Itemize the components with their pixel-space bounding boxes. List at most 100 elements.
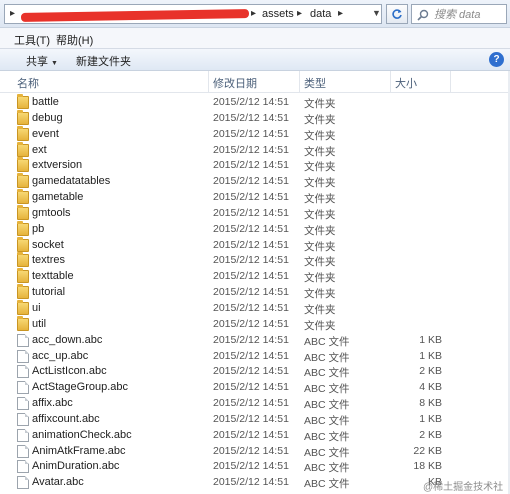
- file-name: animationCheck.abc: [32, 428, 132, 441]
- file-size: 2 KB: [419, 428, 442, 441]
- command-toolbar: 共享 ▼ 新建文件夹 ?: [0, 49, 510, 71]
- file-type: ABC 文件: [304, 462, 350, 475]
- breadcrumb-separator-icon[interactable]: ▸: [297, 8, 302, 19]
- file-row[interactable]: animationCheck.abc 2015/2/12 14:51 ABC 文件 2…: [0, 428, 510, 444]
- folder-icon: [17, 252, 29, 268]
- folder-row[interactable]: tutorial 2015/2/12 14:51 文件夹: [0, 284, 510, 301]
- file-size: 18 KB: [413, 460, 442, 473]
- folder-row[interactable]: util 2015/2/12 14:51 文件夹: [0, 315, 510, 333]
- file-size: 22 KB: [413, 444, 442, 457]
- file-name: acc_up.abc: [32, 349, 89, 362]
- file-icon: [17, 428, 29, 442]
- folder-row[interactable]: ui 2015/2/12 14:51 文件夹: [0, 299, 510, 317]
- file-modified-date: 2015/2/12 14:51: [213, 444, 289, 457]
- column-header-size[interactable]: 大小: [395, 75, 417, 91]
- column-divider[interactable]: [390, 71, 391, 92]
- file-size: 2 KB: [419, 365, 442, 378]
- menu-bar: 工具(T) 帮助(H): [0, 28, 510, 49]
- file-icon: [17, 349, 29, 363]
- file-type: ABC 文件: [304, 399, 350, 412]
- folder-row[interactable]: ext 2015/2/12 14:51 文件夹: [0, 141, 510, 159]
- column-header-type[interactable]: 类型: [304, 75, 326, 91]
- file-row[interactable]: acc_up.abc 2015/2/12 14:51 ABC 文件 1 KB: [0, 349, 510, 365]
- menu-tools[interactable]: 工具(T): [14, 32, 50, 48]
- folder-row[interactable]: gmtools 2015/2/12 14:51 文件夹: [0, 204, 510, 222]
- file-modified-date: 2015/2/12 14:51: [213, 381, 289, 394]
- file-type: ABC 文件: [304, 478, 350, 491]
- folder-icon: [17, 315, 29, 331]
- folder-row[interactable]: gamedatatables 2015/2/12 14:51 文件夹: [0, 173, 510, 190]
- share-button[interactable]: 共享 ▼: [26, 53, 58, 69]
- file-modified-date: 2015/2/12 14:51: [213, 159, 289, 172]
- folder-row[interactable]: debug 2015/2/12 14:51 文件夹: [0, 109, 510, 127]
- file-modified-date: 2015/2/12 14:51: [213, 270, 289, 283]
- file-type: ABC 文件: [304, 430, 350, 443]
- column-divider[interactable]: [450, 71, 451, 92]
- file-row[interactable]: ActListIcon.abc 2015/2/12 14:51 ABC 文件 2 KB: [0, 364, 510, 380]
- file-row[interactable]: acc_down.abc 2015/2/12 14:51 ABC 文件 1 KB: [0, 333, 510, 349]
- search-input[interactable]: [434, 7, 504, 22]
- file-name: affixcount.abc: [32, 412, 100, 425]
- folder-row[interactable]: extversion 2015/2/12 14:51 文件夹: [0, 157, 510, 174]
- address-bar-row: ▸ ▸ assets ▸ data ▸ ▼: [0, 0, 510, 28]
- file-type: 文件夹: [304, 193, 336, 206]
- breadcrumb-separator-icon[interactable]: ▸: [251, 8, 256, 19]
- file-name: Avatar.abc: [32, 476, 84, 489]
- file-icon: [17, 365, 29, 379]
- search-box[interactable]: [411, 4, 507, 24]
- address-history-dropdown-icon[interactable]: ▼: [372, 8, 381, 18]
- file-row[interactable]: AnimDuration.abc 2015/2/12 14:51 ABC 文件 18 …: [0, 459, 510, 475]
- folder-icon: [17, 299, 29, 315]
- file-type: 文件夹: [304, 224, 336, 237]
- file-name: battle: [32, 96, 59, 108]
- folder-row[interactable]: pb 2015/2/12 14:51 文件夹: [0, 220, 510, 238]
- folder-row[interactable]: event 2015/2/12 14:51 文件夹: [0, 125, 510, 143]
- file-size: 1 KB: [419, 412, 442, 425]
- breadcrumb-data[interactable]: data: [310, 8, 331, 20]
- file-name: gametable: [32, 191, 84, 204]
- file-modified-date: 2015/2/12 14:51: [213, 254, 289, 267]
- folder-icon: [17, 141, 29, 157]
- file-modified-date: 2015/2/12 14:51: [213, 317, 289, 330]
- file-modified-date: 2015/2/12 14:51: [213, 460, 289, 473]
- new-folder-button[interactable]: 新建文件夹: [76, 53, 131, 69]
- file-icon: [17, 333, 29, 347]
- file-name: acc_down.abc: [32, 333, 103, 346]
- column-header-name[interactable]: 名称: [17, 75, 39, 91]
- folder-row[interactable]: texttable 2015/2/12 14:51 文件夹: [0, 268, 510, 285]
- folder-icon: [17, 173, 29, 189]
- menu-help[interactable]: 帮助(H): [56, 32, 93, 48]
- refresh-button[interactable]: [386, 4, 408, 24]
- search-icon: [417, 9, 429, 21]
- file-type: 文件夹: [304, 288, 336, 301]
- file-name: util: [32, 317, 47, 330]
- file-modified-date: 2015/2/12 14:51: [213, 476, 289, 489]
- nav-chevron-icon[interactable]: ▸: [10, 8, 15, 19]
- address-bar[interactable]: ▸ ▸ assets ▸ data ▸ ▼: [4, 4, 382, 24]
- file-size: 1 KB: [419, 333, 442, 346]
- file-row[interactable]: ActStageGroup.abc 2015/2/12 14:51 ABC 文件 4 …: [0, 380, 510, 396]
- folder-icon: [17, 189, 29, 205]
- file-name: debug: [32, 111, 63, 124]
- column-divider[interactable]: [208, 71, 209, 92]
- file-modified-date: 2015/2/12 14:51: [213, 238, 289, 251]
- column-divider[interactable]: [299, 71, 300, 92]
- file-name: ActListIcon.abc: [32, 365, 107, 378]
- folder-row[interactable]: gametable 2015/2/12 14:51 文件夹: [0, 189, 510, 206]
- file-row[interactable]: AnimAtkFrame.abc 2015/2/12 14:51 ABC 文件 22 …: [0, 444, 510, 460]
- help-icon[interactable]: ?: [489, 52, 504, 67]
- folder-row[interactable]: battle 2015/2/12 14:51 文件夹: [0, 94, 510, 111]
- file-modified-date: 2015/2/12 14:51: [213, 96, 289, 108]
- file-row[interactable]: affix.abc 2015/2/12 14:51 ABC 文件 8 KB: [0, 396, 510, 412]
- file-modified-date: 2015/2/12 14:51: [213, 286, 289, 299]
- folder-icon: [17, 125, 29, 141]
- file-modified-date: 2015/2/12 14:51: [213, 111, 289, 124]
- column-header-modified[interactable]: 修改日期: [213, 75, 257, 91]
- breadcrumb-assets[interactable]: assets: [262, 8, 294, 20]
- folder-row[interactable]: socket 2015/2/12 14:51 文件夹: [0, 236, 510, 254]
- folder-row[interactable]: textres 2015/2/12 14:51 文件夹: [0, 252, 510, 269]
- file-row[interactable]: affixcount.abc 2015/2/12 14:51 ABC 文件 1 KB: [0, 412, 510, 428]
- breadcrumb-separator-icon[interactable]: ▸: [338, 8, 343, 19]
- file-type: 文件夹: [304, 240, 336, 253]
- file-type: ABC 文件: [304, 351, 350, 364]
